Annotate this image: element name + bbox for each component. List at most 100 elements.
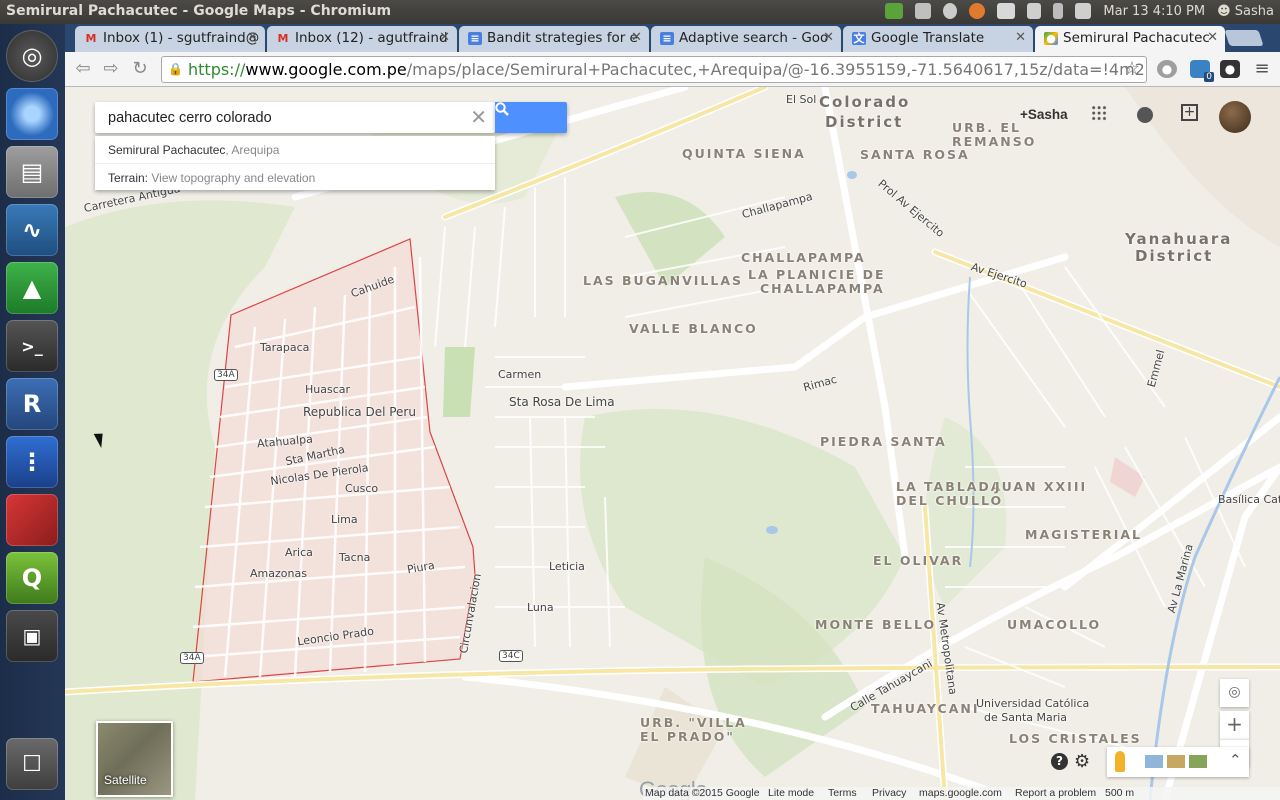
- poi-label: de Santa Maria: [984, 711, 1068, 724]
- bluetooth-icon[interactable]: [1053, 3, 1064, 19]
- area-label: CHALLAPAMPA: [760, 281, 885, 296]
- report-problem-link[interactable]: Report a problem: [1015, 787, 1096, 799]
- maps-link[interactable]: maps.google.com: [919, 787, 1002, 799]
- street-label: Luna: [527, 601, 554, 614]
- disguise-icon[interactable]: ●: [1220, 60, 1240, 78]
- area-label: LOS CRISTALES: [1009, 731, 1142, 746]
- chromium-icon[interactable]: [6, 88, 58, 140]
- area-label: LA TABLADA: [896, 479, 1003, 494]
- expand-chevron-icon[interactable]: ⌃: [1229, 751, 1242, 769]
- pegman-icon[interactable]: [1115, 751, 1125, 772]
- poi-label: Basílica Cate: [1218, 493, 1280, 506]
- clock[interactable]: Mar 13 4:10 PM: [1103, 4, 1205, 19]
- privacy-link[interactable]: Privacy: [872, 787, 906, 799]
- apps-grid-icon[interactable]: [1091, 105, 1107, 121]
- area-label: SANTA ROSA: [860, 147, 970, 162]
- terrain-label: Terrain:: [108, 171, 149, 185]
- user-menu[interactable]: ☻ Sasha: [1217, 4, 1274, 19]
- suggestion-terrain[interactable]: Terrain: View topography and elevation: [95, 163, 495, 190]
- network-tool-icon[interactable]: ▲: [6, 262, 58, 314]
- clipboard-icon[interactable]: [1027, 3, 1042, 19]
- tab-google-translate[interactable]: 文 Google Translate ✕: [843, 26, 1033, 52]
- tab-inbox-agutfraind[interactable]: M Inbox (12) - agutfraind ✕: [267, 26, 457, 52]
- area-label: LA PLANICIE DE: [748, 267, 886, 282]
- map-tiles: [65, 87, 1280, 800]
- tab-close-icon[interactable]: ✕: [439, 30, 450, 45]
- tab-close-icon[interactable]: ✕: [823, 30, 834, 45]
- weather-icon[interactable]: [969, 3, 986, 19]
- workspace-switcher-icon[interactable]: ▣: [6, 610, 58, 662]
- street-label: Sta Rosa De Lima: [509, 395, 615, 409]
- lastpass-icon[interactable]: ●: [1157, 60, 1177, 78]
- area-label: MAGISTERIAL: [1025, 527, 1143, 542]
- clear-search-icon[interactable]: ✕: [470, 105, 487, 129]
- extension-badge-count: 0: [1204, 72, 1214, 82]
- mail-icon[interactable]: [997, 3, 1016, 19]
- lightbulb-icon[interactable]: [943, 3, 958, 19]
- route-shield: 34C: [499, 650, 523, 662]
- tab-close-icon[interactable]: ✕: [1015, 30, 1026, 45]
- imagery-thumb-1[interactable]: [1145, 755, 1163, 768]
- extension-badge-icon[interactable]: 0: [1190, 60, 1214, 82]
- chrome-menu-icon[interactable]: ≡: [1252, 60, 1272, 78]
- map-search-box: ✕: [95, 102, 495, 133]
- dropbox-icon[interactable]: [915, 3, 932, 19]
- new-tab-button[interactable]: [1224, 30, 1264, 46]
- area-label: URB. "VILLA: [640, 715, 747, 730]
- tab-close-icon[interactable]: ✕: [247, 30, 258, 45]
- bookmark-star-icon[interactable]: ☆: [1124, 58, 1140, 79]
- tab-bandit-strategies[interactable]: ≡ Bandit strategies for e ✕: [459, 26, 649, 52]
- settings-gear-icon[interactable]: ⚙: [1074, 751, 1090, 772]
- tab-label: Adaptive search - Goo: [679, 30, 829, 46]
- suggestion-place[interactable]: Semirural Pachacutec, Arequipa: [95, 136, 495, 163]
- trash-icon[interactable]: ☐: [6, 738, 58, 790]
- qgis-icon[interactable]: Q: [6, 552, 58, 604]
- presentation-icon[interactable]: [6, 494, 58, 546]
- scale-bar[interactable]: 500 m: [1105, 787, 1134, 799]
- zoom-in-button[interactable]: +: [1220, 711, 1249, 739]
- reload-button[interactable]: ↻: [128, 58, 152, 80]
- system-monitor-icon[interactable]: ∿: [6, 204, 58, 256]
- street-label: Amazonas: [250, 567, 307, 580]
- r-language-icon[interactable]: R: [6, 378, 58, 430]
- window-title: Semirural Pachacutec - Google Maps - Chr…: [6, 3, 392, 19]
- imagery-thumb-2[interactable]: [1167, 755, 1185, 768]
- area-label: URB. EL: [952, 120, 1021, 135]
- street-label: Cusco: [345, 482, 379, 495]
- docs-icon: ≡: [468, 32, 482, 45]
- terms-link[interactable]: Terms: [828, 787, 857, 799]
- url-host: www.google.com.pe: [245, 60, 407, 79]
- tab-close-icon[interactable]: ✕: [1207, 30, 1218, 45]
- ubuntu-home-icon[interactable]: ◎: [6, 30, 58, 82]
- imagery-thumb-3[interactable]: [1189, 755, 1207, 768]
- route-shield: 34A: [180, 652, 204, 664]
- map-search-input[interactable]: [95, 102, 465, 133]
- forward-button[interactable]: ⇨: [99, 58, 123, 80]
- area-label: MONTE BELLO: [815, 617, 937, 632]
- help-icon[interactable]: ?: [1051, 753, 1068, 770]
- share-plus-icon[interactable]: +: [1181, 104, 1198, 121]
- back-button[interactable]: ⇦: [71, 58, 95, 80]
- account-link[interactable]: +Sasha: [1020, 107, 1068, 122]
- my-location-button[interactable]: ◎: [1220, 679, 1249, 707]
- tab-adaptive-search[interactable]: ≡ Adaptive search - Goo ✕: [651, 26, 841, 52]
- lite-mode-link[interactable]: Lite mode: [768, 787, 814, 799]
- search-button[interactable]: [495, 102, 567, 133]
- tab-label: Google Translate: [871, 30, 985, 46]
- map-data-credit: Map data ©2015 Google: [645, 787, 760, 799]
- tab-close-icon[interactable]: ✕: [631, 30, 642, 45]
- spreadsheet-icon[interactable]: ⋮: [6, 436, 58, 488]
- satellite-toggle[interactable]: Satellite: [96, 721, 173, 797]
- notifications-icon[interactable]: [1137, 107, 1153, 123]
- terminal-icon[interactable]: >_: [6, 320, 58, 372]
- files-icon[interactable]: ▤: [6, 146, 58, 198]
- tab-semirural-pachacutec[interactable]: ● Semirural Pachacutec ✕: [1035, 26, 1225, 52]
- volume-icon[interactable]: [1075, 3, 1092, 19]
- avatar[interactable]: [1219, 101, 1251, 133]
- tab-inbox-sgutfraind[interactable]: M Inbox (1) - sgutfraind@ ✕: [75, 26, 265, 52]
- map-canvas[interactable]: Colorado District Yanahuara District QUI…: [65, 87, 1280, 800]
- evernote-icon[interactable]: [885, 3, 904, 19]
- area-label: PIEDRA SANTA: [820, 434, 947, 449]
- street-label: Leticia: [549, 560, 585, 573]
- address-bar[interactable]: 🔒 https://www.google.com.pe/maps/place/S…: [161, 56, 1147, 83]
